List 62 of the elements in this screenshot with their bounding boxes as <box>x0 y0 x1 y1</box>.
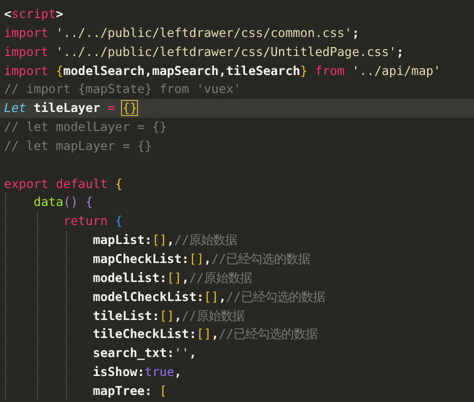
string-literal: '../../public/leftdrawer/css/common.css' <box>56 26 352 40</box>
bracket: { <box>115 176 122 191</box>
keyword: default <box>56 176 108 191</box>
code-comment: // let mapLayer = {} <box>4 138 152 153</box>
punctuation: , <box>189 346 196 360</box>
punctuation: , <box>204 252 212 266</box>
code-comment: // let modelLayer = {} <box>4 120 167 134</box>
identifier: mapTree: <box>92 384 152 398</box>
string-literal: '' <box>174 346 190 360</box>
punctuation: < <box>4 7 12 21</box>
bracket: [] <box>159 308 174 322</box>
punctuation: , <box>174 308 182 322</box>
punctuation: , <box>211 327 219 342</box>
identifier: mapList: <box>92 233 152 248</box>
tag-name: script <box>11 7 56 21</box>
code-comment: //原始数据 <box>189 270 252 285</box>
identifier: tileCheckList: <box>92 327 196 342</box>
bracket: [] <box>166 270 182 285</box>
identifier: modelCheckList: <box>92 290 204 304</box>
keyword: return <box>63 214 108 228</box>
identifier: search_txt: <box>92 346 174 360</box>
identifier: mapCheckList: <box>92 252 190 266</box>
bracket: [] <box>189 252 204 266</box>
string-literal: '../api/map' <box>352 64 441 78</box>
identifier: isShow: <box>92 365 145 380</box>
punctuation: ; <box>352 26 360 40</box>
keyword: from <box>314 64 345 78</box>
identifier: modelSearch,mapSearch,tileSearch <box>63 64 300 78</box>
punctuation: > <box>56 7 64 21</box>
keyword: import <box>4 44 48 59</box>
boolean-literal: true <box>144 365 174 380</box>
punctuation: ; <box>396 44 404 59</box>
bracket: [] <box>152 233 167 248</box>
bracket: { <box>85 195 93 210</box>
keyword: export <box>4 176 48 191</box>
identifier: modelList: <box>92 270 167 285</box>
code-comment: //已经勾选的数据 <box>211 252 310 266</box>
bracket: () <box>63 195 78 210</box>
operator: = <box>108 101 116 116</box>
keyword: import <box>4 26 48 40</box>
bracket: [ <box>159 384 167 398</box>
keyword: import <box>4 64 48 78</box>
bracket: [] <box>196 327 212 342</box>
bracket: } <box>300 64 308 78</box>
string-literal: '../../public/leftdrawer/css/UntitledPage.css' <box>56 44 396 59</box>
matched-bracket: {} <box>122 101 138 116</box>
code-comment: // import {mapState} from 'vuex' <box>4 82 241 96</box>
punctuation: , <box>166 233 174 248</box>
function-name: data <box>34 195 64 210</box>
punctuation: , <box>218 290 226 304</box>
code-comment: //已经勾选的数据 <box>226 290 325 304</box>
punctuation: , <box>182 270 190 285</box>
bracket: { <box>56 64 64 78</box>
keyword: Let <box>4 101 26 116</box>
punctuation: , <box>174 365 182 380</box>
identifier: tileLayer <box>34 101 100 116</box>
code-comment: //原始数据 <box>182 308 245 322</box>
identifier: tileList: <box>92 308 160 322</box>
bracket: [] <box>204 290 219 304</box>
code-comment: //已经勾选的数据 <box>218 327 318 342</box>
bracket: { <box>115 214 122 228</box>
code-comment: //原始数据 <box>174 233 238 248</box>
